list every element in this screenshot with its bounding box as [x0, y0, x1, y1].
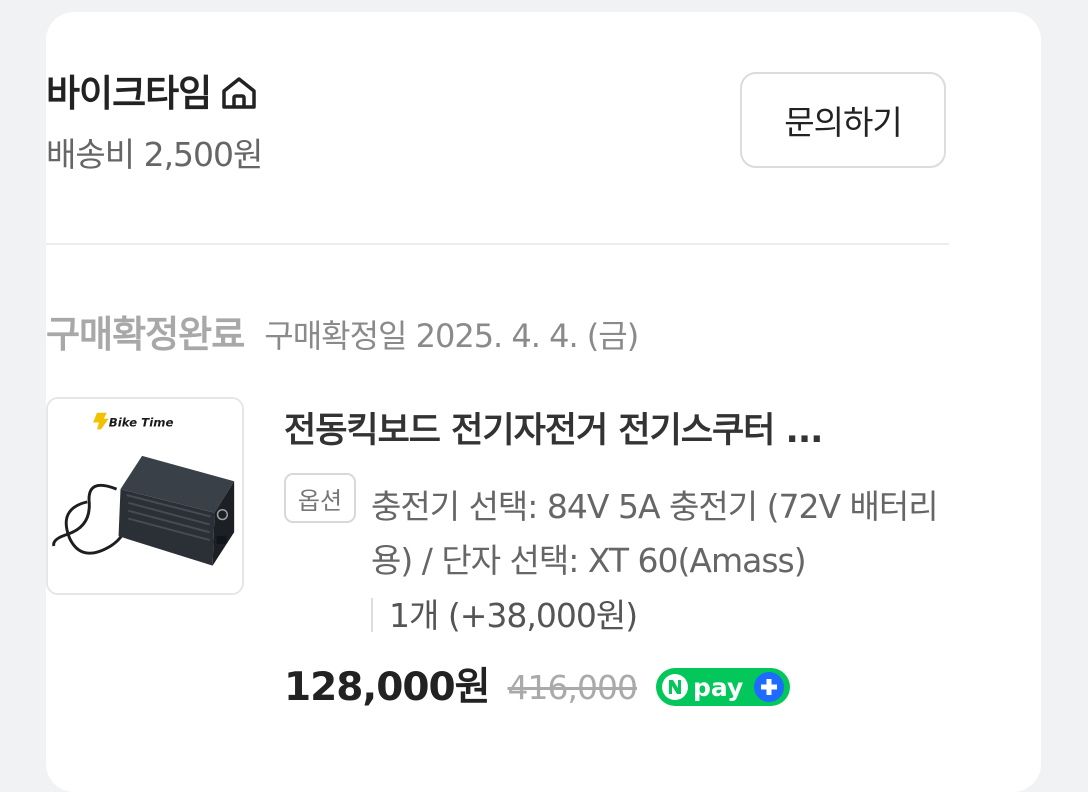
quantity-separator — [371, 598, 373, 632]
store-name[interactable]: 바이크타임 — [46, 75, 212, 112]
product-thumbnail[interactable]: Bike Time — [46, 397, 244, 595]
quantity-text: 1개 (+38,000원) — [389, 595, 638, 635]
price: 128,000원 — [284, 664, 491, 710]
original-price: 416,000 — [507, 667, 638, 707]
inquiry-button[interactable]: 문의하기 — [740, 72, 946, 168]
npay-plus-icon: pay — [655, 668, 790, 706]
divider — [46, 243, 949, 245]
price-row: 128,000원 416,000 pay — [284, 667, 791, 707]
store-header[interactable]: 바이크타임 — [46, 73, 259, 113]
quantity-row: 1개 (+38,000원) — [371, 595, 638, 635]
svg-text:pay: pay — [693, 673, 743, 702]
product-title[interactable]: 전동킥보드 전기자전거 전기스쿠터 ... — [284, 410, 934, 452]
brand-text: Bike Time — [109, 415, 174, 429]
purchase-confirm-date: 구매확정일 2025. 4. 4. (금) — [264, 317, 639, 355]
home-icon[interactable] — [219, 73, 259, 113]
order-status-row: 구매확정완료 구매확정일 2025. 4. 4. (금) — [46, 313, 639, 356]
shipping-fee: 배송비 2,500원 — [46, 135, 263, 174]
option-badge: 옵션 — [284, 473, 356, 523]
order-status: 구매확정완료 — [46, 313, 245, 356]
option-text: 충전기 선택: 84V 5A 충전기 (72V 배터리용) / 단자 선택: X… — [371, 487, 939, 580]
